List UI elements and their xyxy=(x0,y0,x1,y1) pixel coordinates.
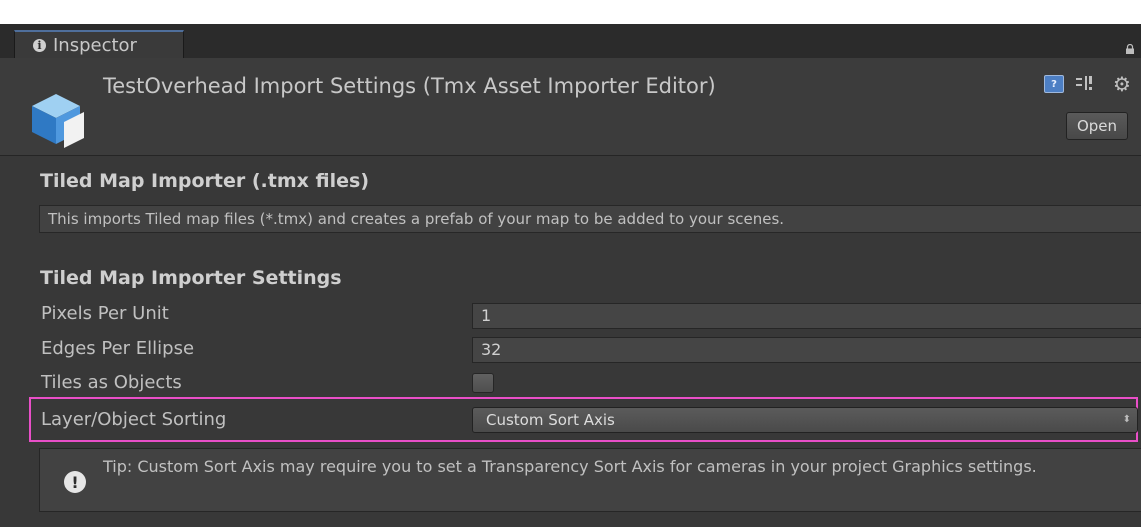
inspector-title: TestOverhead Import Settings (Tmx Asset … xyxy=(103,74,716,98)
tip-help-box: ! Tip: Custom Sort Axis may require you … xyxy=(39,448,1141,512)
tip-text: Tip: Custom Sort Axis may require you to… xyxy=(103,457,1037,476)
gear-icon[interactable]: ⚙ xyxy=(1113,72,1131,96)
layer-sorting-dropdown[interactable]: Custom Sort Axis ⬍ xyxy=(472,407,1138,433)
asset-header: TestOverhead Import Settings (Tmx Asset … xyxy=(0,58,1141,156)
warning-icon: ! xyxy=(64,471,86,493)
importer-description: This imports Tiled map files (*.tmx) and… xyxy=(39,205,1141,233)
tiles-as-objects-label: Tiles as Objects xyxy=(41,372,182,393)
open-button[interactable]: Open xyxy=(1066,112,1128,140)
inspector-panel: TestOverhead Import Settings (Tmx Asset … xyxy=(0,58,1141,527)
dropdown-arrows-icon: ⬍ xyxy=(1122,414,1131,425)
preset-icon[interactable] xyxy=(1074,74,1094,92)
importer-section-title: Tiled Map Importer (.tmx files) xyxy=(40,170,370,192)
settings-section-title: Tiled Map Importer Settings xyxy=(40,267,342,289)
tab-label: Inspector xyxy=(53,34,137,56)
cube-asset-icon xyxy=(32,94,84,148)
help-icon[interactable]: ? xyxy=(1044,75,1064,93)
info-icon: i xyxy=(33,38,46,52)
tab-bar: i Inspector xyxy=(0,24,1141,58)
tab-inspector[interactable]: i Inspector xyxy=(14,30,184,58)
edges-per-ellipse-field[interactable]: 32 xyxy=(472,337,1141,363)
pixels-per-unit-label: Pixels Per Unit xyxy=(41,303,169,324)
pixels-per-unit-field[interactable]: 1 xyxy=(472,303,1141,329)
edges-per-ellipse-label: Edges Per Ellipse xyxy=(41,338,195,359)
layer-sorting-label: Layer/Object Sorting xyxy=(41,409,227,430)
tiles-as-objects-checkbox[interactable] xyxy=(472,373,494,393)
lock-icon[interactable] xyxy=(1125,44,1135,54)
layer-sorting-value: Custom Sort Axis xyxy=(486,411,615,429)
